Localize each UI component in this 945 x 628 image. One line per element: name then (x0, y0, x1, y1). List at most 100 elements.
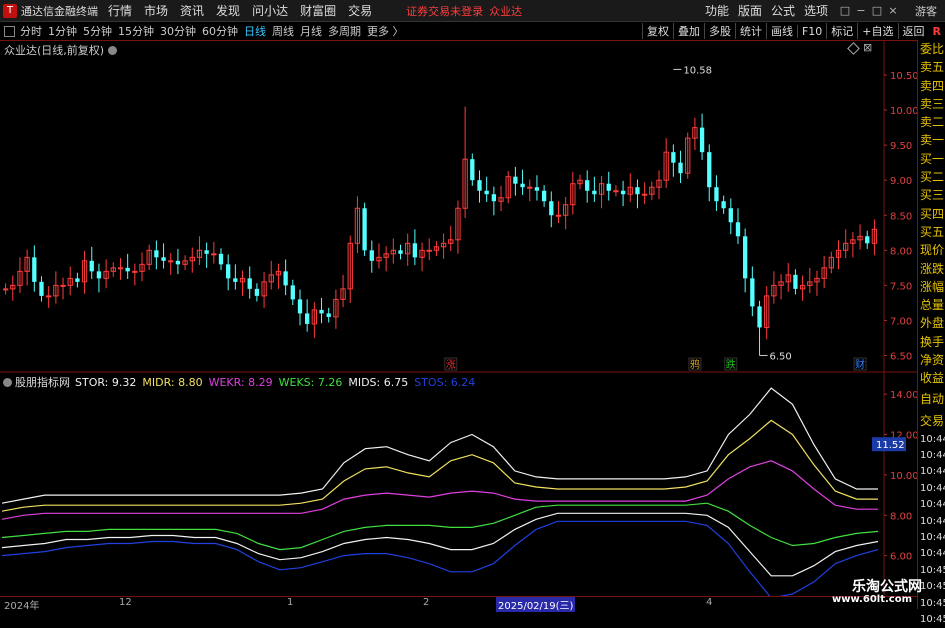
candle-body-up (426, 249, 432, 252)
adjust-button[interactable]: 复权 (641, 23, 673, 39)
period-multi[interactable]: 多周期 (328, 23, 361, 39)
period-15min[interactable]: 15分钟 (118, 23, 154, 39)
period-intraday[interactable]: 分时 (20, 23, 42, 39)
tick-time: 10:44 (920, 515, 945, 527)
candle-body-down (326, 313, 331, 317)
candle-body-down (89, 260, 94, 272)
candle-body-down (721, 201, 726, 209)
add-watchlist-button[interactable]: +自选 (857, 23, 897, 39)
minimize-window-icon[interactable]: − (853, 4, 869, 17)
quote-label: 外盘 (919, 316, 944, 331)
quote-labels: 委比 卖五 卖四 卖三 卖二 卖一 买一 买二 买三 买四 买五 现价 涨跌 涨幅 总量 外盘 换手 净资 收益 (918, 40, 945, 388)
candle-body-down (247, 278, 252, 289)
watermark-text: 乐淘公式网 (852, 579, 922, 595)
draw-line-button[interactable]: 画线 (765, 23, 797, 39)
menu-item-formula[interactable]: 公式 (771, 2, 795, 19)
indicator-name[interactable]: 股朋指标网 (15, 376, 70, 389)
date-tick: 4 (706, 597, 713, 608)
guest-login[interactable]: 游客 (915, 3, 937, 19)
candle-body-up (46, 295, 52, 298)
menu-item-options[interactable]: 选项 (804, 2, 828, 19)
period-60min[interactable]: 60分钟 (202, 23, 238, 39)
menu-item-function[interactable]: 功能 (705, 2, 729, 19)
menu-item-market[interactable]: 市场 (144, 2, 168, 19)
quote-label: 总量 (919, 298, 944, 313)
period-5min[interactable]: 5分钟 (83, 23, 112, 39)
tick-time: 10:44 (920, 450, 945, 462)
quote-label: 涨幅 (919, 279, 944, 294)
date-tick: 2 (423, 597, 430, 608)
candle-body-down (154, 250, 159, 258)
candle-body-down (369, 250, 374, 261)
candle-body-down (218, 253, 224, 265)
period-weekly[interactable]: 周线 (272, 23, 294, 39)
indicator-tick-label: 8.00 (890, 511, 912, 522)
period-30min[interactable]: 30分钟 (160, 23, 196, 39)
date-tick: 1 (287, 597, 294, 608)
menu-item-ask[interactable]: 问小达 (252, 2, 288, 19)
tick-time: 10:44 (920, 548, 945, 560)
indicator-settings-icon[interactable] (3, 378, 12, 387)
tick-time: 10:44 (920, 531, 945, 543)
candle-body-down (125, 267, 130, 272)
period-monthly[interactable]: 月线 (300, 23, 322, 39)
event-marker: 跌 (726, 358, 736, 371)
tick-time: 10:44 (920, 482, 945, 494)
side-auto-label[interactable]: 自动 (918, 388, 945, 410)
layout-toggle-icon[interactable] (4, 25, 15, 37)
candle-body-down (757, 306, 762, 328)
candle-body-down (793, 274, 798, 289)
multi-stock-button[interactable]: 多股 (703, 23, 735, 39)
price-tick-label: 7.50 (890, 281, 912, 292)
chart-frame (0, 40, 917, 596)
menu-item-trade[interactable]: 交易 (348, 2, 372, 19)
period-more[interactable]: 更多 〉 (367, 23, 404, 39)
mark-button[interactable]: 标记 (826, 23, 857, 39)
candles (2, 106, 878, 356)
price-axis: 10.50 10.00 9.50 9.00 8.50 8.00 7.50 7.00 6.50 (884, 71, 917, 362)
overlay-button[interactable]: 叠加 (672, 23, 704, 39)
quote-label: 买三 (919, 188, 944, 203)
menu-item-layout[interactable]: 版面 (738, 2, 762, 19)
candle-body-down (513, 176, 518, 184)
maximize-window-icon[interactable]: □ (869, 4, 885, 17)
candle-body-down (412, 243, 418, 258)
high-label: 10.58 (683, 65, 712, 76)
candle-body-down (606, 183, 611, 191)
quote-label: 涨跌 (919, 261, 944, 276)
quote-label: 换手 (919, 334, 944, 349)
candle-body-down (728, 208, 733, 223)
candle-body-down (541, 190, 547, 202)
side-trade-label[interactable]: 交易 (918, 410, 945, 432)
indicator-tick-label: 10.00 (890, 471, 917, 482)
candle-body-down (750, 278, 755, 307)
menu-item-wealth[interactable]: 财富圈 (300, 2, 336, 19)
candle-body-down (592, 190, 597, 195)
f10-button[interactable]: F10 (796, 24, 826, 38)
statistics-button[interactable]: 统计 (734, 23, 766, 39)
price-tick-label: 8.00 (890, 246, 912, 257)
price-tick-label: 9.50 (890, 141, 912, 152)
candle-body-down (585, 180, 590, 191)
quote-label: 买四 (919, 206, 944, 221)
menu-item-news[interactable]: 资讯 (180, 2, 204, 19)
restore-window-icon[interactable]: □ (837, 4, 853, 17)
period-daily[interactable]: 日线 (244, 23, 266, 39)
candle-body-down (735, 222, 741, 237)
kline-chart[interactable]: 10.50 10.00 9.50 9.00 8.50 8.00 7.50 7.00 6.50 1… (0, 40, 917, 596)
back-button[interactable]: 返回 (897, 23, 929, 39)
candle-body-down (398, 250, 403, 254)
candle-body-down (549, 201, 554, 216)
candle-body-up (527, 186, 533, 189)
period-1min[interactable]: 1分钟 (48, 23, 77, 39)
selected-date: 2025/02/19(三) (496, 597, 576, 612)
price-tick-label: 9.00 (890, 176, 912, 187)
candle-body-down (671, 152, 676, 163)
app-title: 通达信金融终端 (21, 4, 98, 18)
close-window-icon[interactable]: × (885, 4, 901, 17)
menu-item-quotes[interactable]: 行情 (108, 2, 132, 19)
candle-body-down (743, 236, 748, 279)
menu-item-discover[interactable]: 发现 (216, 2, 240, 19)
indicator-lines (1, 387, 879, 596)
login-notice[interactable]: 证券交易未登录 (406, 3, 483, 19)
